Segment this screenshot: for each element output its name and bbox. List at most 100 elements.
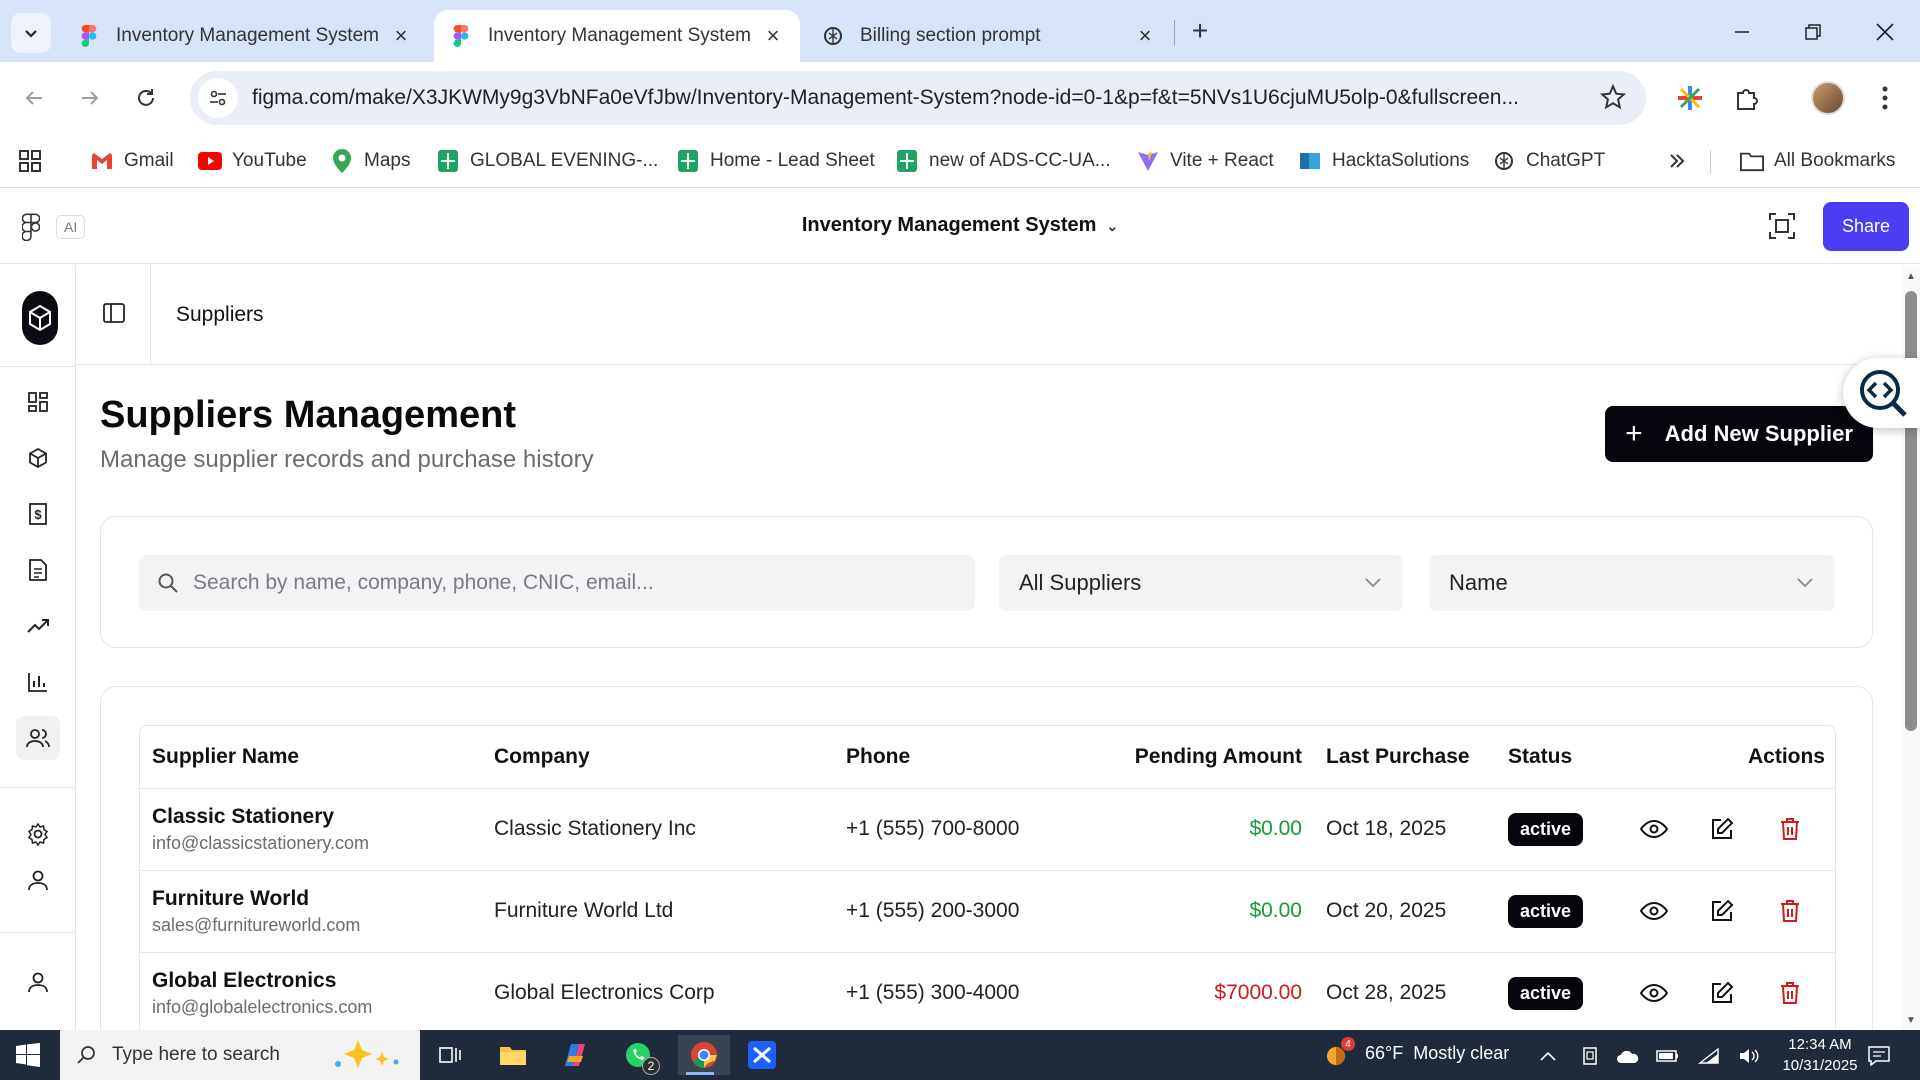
- browser-tab[interactable]: Billing section prompt ×: [806, 10, 1172, 62]
- delete-trash-icon[interactable]: [1775, 896, 1805, 926]
- scroll-down-arrow-icon[interactable]: ▼: [1906, 1015, 1916, 1026]
- minimize-button[interactable]: [1722, 12, 1762, 52]
- app-sidebar: $: [0, 265, 76, 1030]
- close-tab-icon[interactable]: ×: [390, 23, 412, 48]
- add-supplier-button[interactable]: + Add New Supplier: [1605, 406, 1873, 462]
- bookmark-maps[interactable]: Maps: [330, 144, 410, 178]
- onedrive-cloud-icon[interactable]: [1616, 1044, 1640, 1068]
- extensions-button[interactable]: [1727, 78, 1767, 118]
- svg-text:$: $: [34, 507, 42, 522]
- browser-menu-button[interactable]: [1865, 78, 1905, 118]
- edit-pencil-icon[interactable]: [1707, 814, 1737, 844]
- document-icon[interactable]: [22, 554, 54, 586]
- wifi-icon[interactable]: [1697, 1044, 1721, 1068]
- column-header: Last Purchase: [1314, 726, 1496, 789]
- supplier-filter-select[interactable]: All Suppliers: [999, 555, 1403, 611]
- supplier-email: info@classicstationery.com: [152, 832, 370, 853]
- search-field[interactable]: [139, 555, 975, 611]
- view-eye-icon[interactable]: [1639, 978, 1669, 1008]
- weather-icon[interactable]: 4: [1323, 1037, 1355, 1074]
- address-bar[interactable]: figma.com/make/X3JKWMy9g3VbNFa0eVfJbw/In…: [190, 71, 1646, 125]
- bookmark-star-icon[interactable]: [1599, 83, 1627, 115]
- copilot-icon[interactable]: [553, 1035, 597, 1075]
- bookmark-hacktasolutions[interactable]: HacktaSolutions: [1298, 144, 1469, 178]
- package-icon[interactable]: [22, 442, 54, 474]
- trending-up-icon[interactable]: [22, 610, 54, 642]
- file-explorer-icon[interactable]: [491, 1035, 535, 1075]
- edit-pencil-icon[interactable]: [1707, 896, 1737, 926]
- weather-description: Mostly clear: [1413, 1043, 1510, 1063]
- gemini-button[interactable]: [1670, 78, 1710, 118]
- minimize-icon: [1735, 31, 1749, 33]
- user-icon[interactable]: [22, 864, 54, 896]
- close-window-button[interactable]: [1865, 12, 1905, 52]
- browser-tab-active[interactable]: Inventory Management System ×: [434, 10, 800, 62]
- show-hidden-icons-chevron-icon[interactable]: [1536, 1044, 1560, 1068]
- notifications-icon[interactable]: [1867, 1044, 1891, 1068]
- edit-pencil-icon[interactable]: [1707, 978, 1737, 1008]
- supplier-phone: +1 (555) 300-4000: [834, 952, 1054, 1030]
- restore-button[interactable]: [1793, 12, 1833, 52]
- app-logo-icon[interactable]: [22, 291, 58, 345]
- account-avatar-icon[interactable]: [22, 966, 54, 998]
- profile-avatar[interactable]: [1808, 78, 1848, 118]
- view-eye-icon[interactable]: [1639, 896, 1669, 926]
- supplier-name: Global Electronics: [152, 968, 337, 992]
- delete-trash-icon[interactable]: [1775, 978, 1805, 1008]
- more-bookmarks-button[interactable]: [1668, 144, 1686, 178]
- new-tab-button[interactable]: +: [1183, 14, 1217, 48]
- bookmark-lead-sheet[interactable]: Home - Lead Sheet: [676, 144, 875, 178]
- weather-temp: 66°F: [1365, 1043, 1404, 1063]
- back-button[interactable]: [14, 78, 54, 118]
- sort-select[interactable]: Name: [1429, 555, 1835, 611]
- topbar-divider: [150, 265, 151, 365]
- windows-start-icon[interactable]: [16, 1043, 40, 1072]
- system-clock[interactable]: 12:34 AM 10/31/2025: [1765, 1034, 1875, 1076]
- close-tab-icon[interactable]: ×: [1134, 23, 1156, 48]
- battery-icon[interactable]: [1656, 1044, 1680, 1068]
- sidebar-toggle-icon[interactable]: [102, 301, 126, 330]
- tab-search-button[interactable]: [11, 13, 51, 53]
- bookmark-gmail[interactable]: Gmail: [90, 144, 174, 178]
- vscode-like-app-icon[interactable]: [740, 1035, 784, 1075]
- scroll-up-arrow-icon[interactable]: ▲: [1906, 271, 1916, 282]
- users-icon[interactable]: [16, 716, 60, 760]
- search-input[interactable]: [193, 571, 953, 595]
- dashboard-icon[interactable]: [22, 386, 54, 418]
- task-view-icon[interactable]: [428, 1035, 472, 1075]
- bookmark-ads-cc[interactable]: new of ADS-CC-UA...: [895, 144, 1111, 178]
- settings-gear-icon[interactable]: [22, 818, 54, 850]
- preview-scan-icon[interactable]: [1768, 212, 1796, 245]
- forward-button[interactable]: [70, 78, 110, 118]
- bookmark-chatgpt[interactable]: ChatGPT: [1492, 144, 1605, 178]
- browser-tab[interactable]: Inventory Management System ×: [62, 10, 428, 62]
- scrollbar-thumb[interactable]: [1905, 291, 1917, 731]
- bar-chart-icon[interactable]: [22, 666, 54, 698]
- weather-widget[interactable]: 66°F Mostly clear: [1365, 1043, 1509, 1064]
- apps-button[interactable]: [18, 144, 42, 178]
- arrow-right-icon: [82, 91, 99, 105]
- billing-icon[interactable]: $: [22, 498, 54, 530]
- reload-button[interactable]: [126, 78, 166, 118]
- project-title-dropdown[interactable]: Inventory Management System ⌄: [0, 214, 1920, 237]
- chatgpt-icon: [1492, 149, 1516, 173]
- chrome-icon[interactable]: [678, 1035, 730, 1075]
- kebab-menu-icon: [1882, 86, 1888, 110]
- bookmark-global-evening[interactable]: GLOBAL EVENING-...: [436, 144, 658, 178]
- chevron-down-icon: [1797, 578, 1813, 588]
- taskbar-search[interactable]: Type here to search: [60, 1030, 420, 1080]
- volume-icon[interactable]: [1737, 1044, 1761, 1068]
- site-settings-icon[interactable]: [198, 78, 238, 118]
- all-bookmarks-button[interactable]: All Bookmarks: [1740, 144, 1895, 178]
- delete-trash-icon[interactable]: [1775, 814, 1805, 844]
- share-button[interactable]: Share: [1823, 202, 1909, 251]
- supplier-name: Furniture World: [152, 886, 310, 910]
- view-eye-icon[interactable]: [1639, 814, 1669, 844]
- close-tab-icon[interactable]: ×: [762, 23, 784, 48]
- code-inspect-button[interactable]: [1843, 358, 1920, 428]
- bookmark-label: GLOBAL EVENING-...: [470, 150, 659, 171]
- device-icon[interactable]: [1578, 1044, 1602, 1068]
- bookmark-vite[interactable]: Vite + React: [1136, 144, 1274, 178]
- bookmark-youtube[interactable]: YouTube: [198, 144, 307, 178]
- whatsapp-icon[interactable]: 2: [616, 1035, 660, 1075]
